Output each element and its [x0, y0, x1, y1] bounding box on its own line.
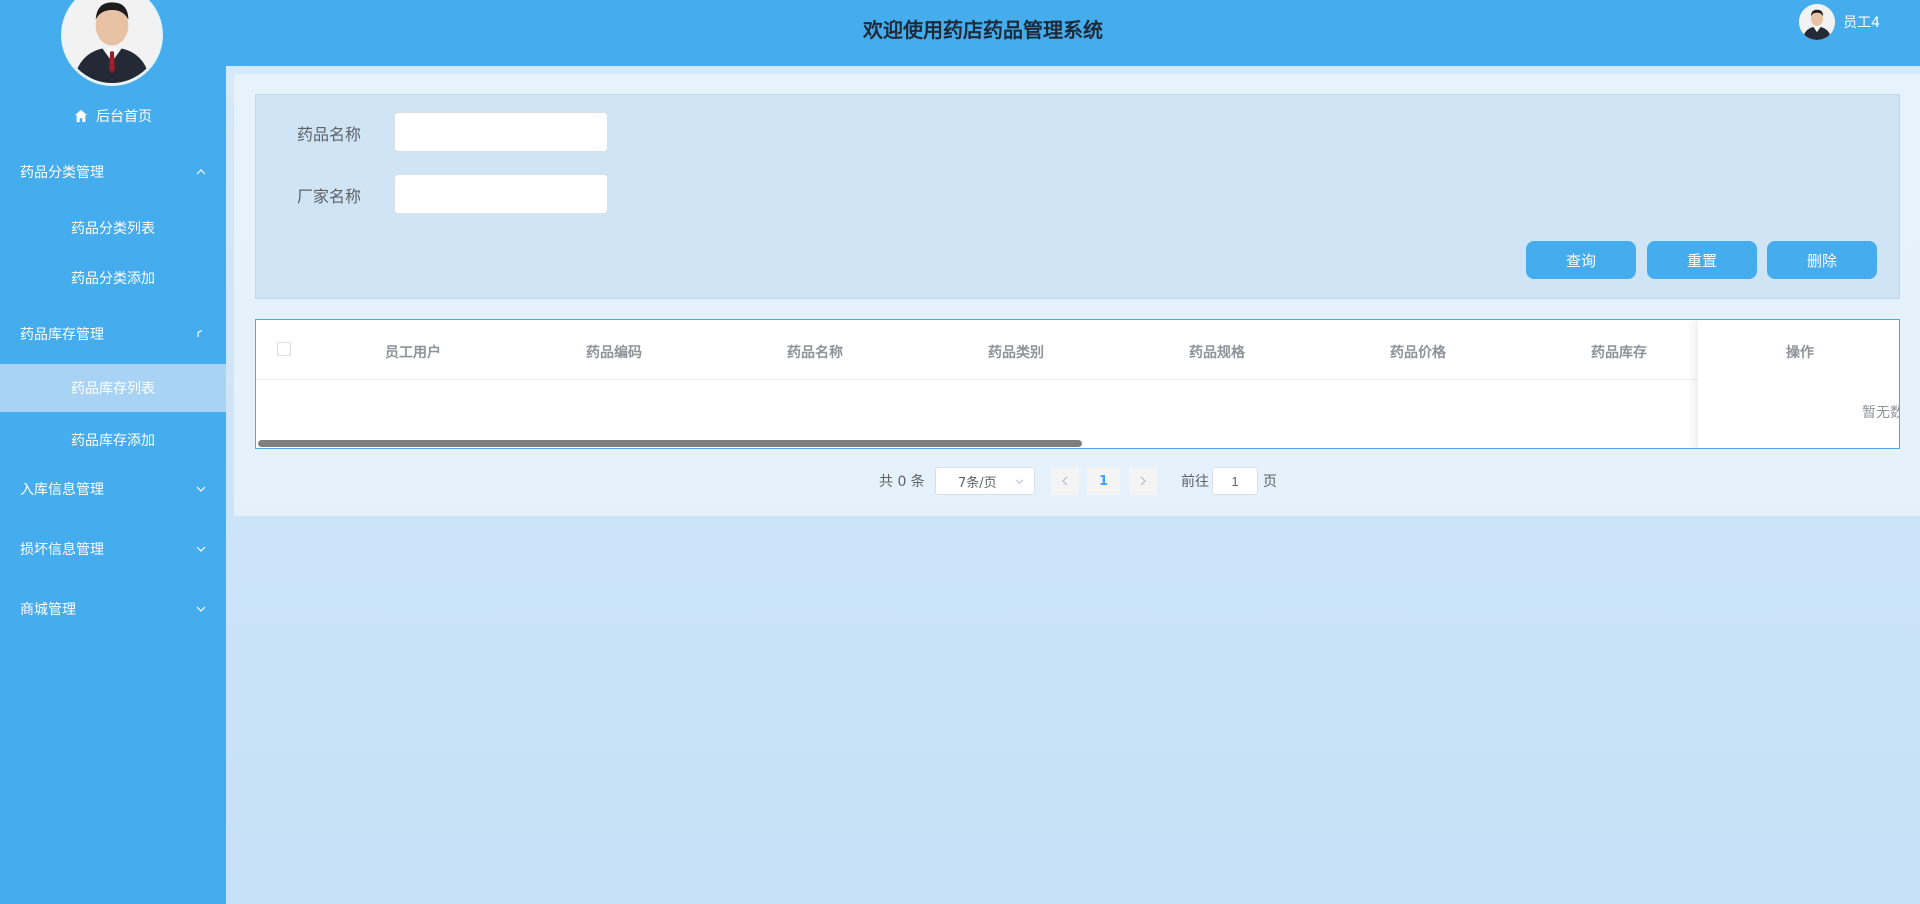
sidebar-group-label: 商城管理: [20, 602, 76, 618]
person-avatar-icon: [1799, 4, 1836, 40]
avatar: [1799, 4, 1836, 40]
sidebar-group-label: 药品分类管理: [20, 165, 104, 181]
sidebar-group-damage[interactable]: 损坏信息管理: [0, 527, 226, 571]
sidebar-item-home[interactable]: 后台首页: [0, 104, 226, 128]
data-table: 员工用户 药品编码 药品名称 药品类别 药品规格 药品价格 药品库存 操作 暂无…: [255, 319, 1900, 449]
chevron-down-icon: [1015, 478, 1024, 484]
column-header: 药品类别: [988, 345, 1044, 361]
table-header: 员工用户 药品编码 药品名称 药品类别 药品规格 药品价格 药品库存: [256, 320, 1899, 380]
delete-button[interactable]: 删除: [1767, 241, 1877, 279]
query-button[interactable]: 查询: [1526, 241, 1636, 279]
sidebar-item-drug-category-add[interactable]: 药品分类添加: [0, 254, 226, 302]
chevron-down-icon: [196, 486, 206, 492]
sidebar-group-mall[interactable]: 商城管理: [0, 587, 226, 631]
column-header: 药品规格: [1189, 345, 1245, 361]
sidebar-avatar: [61, 0, 163, 86]
sidebar-item-drug-category-list[interactable]: 药品分类列表: [0, 204, 226, 252]
column-header: 员工用户: [385, 345, 441, 361]
prev-page-button[interactable]: [1051, 467, 1079, 495]
sidebar-item-label: 药品库存列表: [71, 381, 155, 397]
page-number-current[interactable]: 1: [1087, 467, 1120, 495]
sidebar-item-label: 药品分类添加: [71, 271, 155, 287]
sidebar-home-label: 后台首页: [96, 109, 152, 125]
manufacturer-label: 厂家名称: [297, 187, 362, 206]
manufacturer-input[interactable]: [394, 174, 608, 214]
reset-button[interactable]: 重置: [1647, 241, 1757, 279]
sidebar: 后台首页 药品分类管理 药品分类列表 药品分类添加 药品库存管理 药品库存列表 …: [0, 0, 226, 904]
sidebar-group-drug-category[interactable]: 药品分类管理: [0, 150, 226, 194]
column-header-action: 操作: [1786, 345, 1814, 361]
column-header: 药品编码: [586, 345, 642, 361]
sidebar-item-label: 药品库存添加: [71, 433, 155, 449]
goto-label: 前往: [1181, 474, 1209, 490]
home-icon: [74, 109, 88, 123]
column-header: 药品价格: [1390, 345, 1446, 361]
empty-text: 暂无数据: [1862, 405, 1899, 421]
column-header: 药品名称: [787, 345, 843, 361]
chevron-up-icon: [197, 330, 203, 337]
username: 员工4: [1843, 15, 1880, 31]
sidebar-item-drug-stock-add[interactable]: 药品库存添加: [0, 416, 226, 464]
select-all-checkbox[interactable]: [277, 342, 291, 356]
drug-name-label: 药品名称: [297, 125, 362, 144]
sidebar-group-label: 入库信息管理: [20, 482, 104, 498]
page-size-select[interactable]: 7条/页: [935, 467, 1035, 495]
sidebar-item-drug-stock-list[interactable]: 药品库存列表: [0, 364, 226, 412]
action-column: 操作: [1697, 320, 1899, 448]
drug-name-input[interactable]: [394, 112, 608, 152]
pagination-total: 共 0 条: [879, 474, 925, 490]
goto-suffix: 页: [1263, 474, 1277, 490]
user-menu[interactable]: 员工4: [1799, 4, 1880, 40]
chevron-down-icon: [196, 546, 206, 552]
sidebar-group-inbound[interactable]: 入库信息管理: [0, 467, 226, 511]
horizontal-scrollbar[interactable]: [258, 440, 1082, 447]
goto-page-input[interactable]: [1212, 467, 1258, 495]
chevron-left-icon: [1062, 476, 1068, 486]
column-header: 药品库存: [1591, 345, 1647, 361]
sidebar-group-drug-stock[interactable]: 药品库存管理: [0, 312, 226, 356]
top-header: 欢迎使用药店药品管理系统 员工4: [226, 0, 1920, 66]
sidebar-group-label: 损坏信息管理: [20, 542, 104, 558]
person-avatar-icon: [64, 0, 160, 83]
sidebar-group-label: 药品库存管理: [20, 327, 104, 343]
chevron-up-icon: [196, 169, 206, 175]
sidebar-item-label: 药品分类列表: [71, 221, 155, 237]
chevron-down-icon: [196, 606, 206, 612]
page-title: 欢迎使用药店药品管理系统: [863, 18, 1103, 42]
next-page-button[interactable]: [1129, 467, 1157, 495]
search-form: 药品名称 厂家名称 查询 重置 删除: [255, 94, 1900, 299]
page-size-value: 7条/页: [958, 475, 997, 491]
chevron-right-icon: [1140, 476, 1146, 486]
